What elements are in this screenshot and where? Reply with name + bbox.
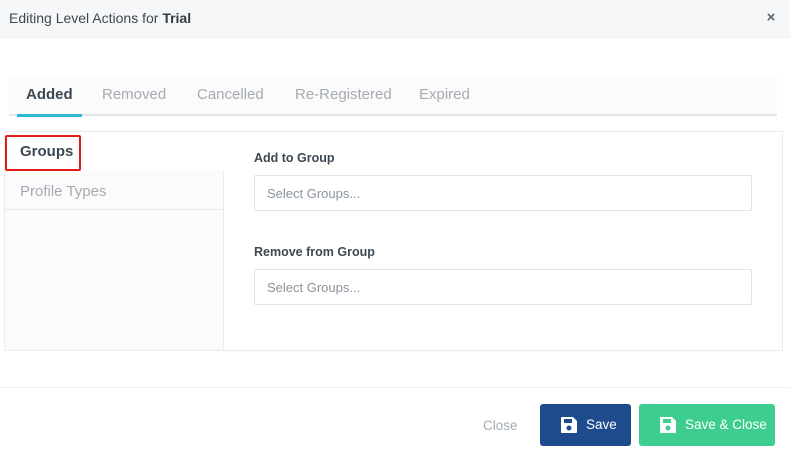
side-nav: Groups Profile Types	[5, 132, 224, 350]
tab-removed[interactable]: Removed	[102, 86, 166, 116]
side-item-profile-types[interactable]: Profile Types	[5, 172, 224, 210]
remove-from-group-select[interactable]: Select Groups...	[254, 269, 752, 305]
tab-re-registered[interactable]: Re-Registered	[295, 86, 392, 116]
close-button[interactable]: Close	[483, 418, 518, 433]
remove-from-group-label: Remove from Group	[254, 245, 375, 259]
floppy-disk-icon	[660, 417, 676, 433]
modal-header: Editing Level Actions for Trial ×	[0, 0, 790, 38]
save-button-label: Save	[586, 417, 617, 432]
modal-title-prefix: Editing Level Actions for	[9, 10, 163, 26]
save-and-close-button[interactable]: Save & Close	[639, 404, 775, 446]
modal-title: Editing Level Actions for Trial	[9, 10, 191, 26]
tab-added[interactable]: Added	[17, 86, 82, 117]
tab-expired[interactable]: Expired	[419, 86, 470, 116]
save-and-close-button-label: Save & Close	[685, 417, 767, 432]
side-item-groups[interactable]: Groups	[5, 132, 224, 171]
remove-from-group-placeholder: Select Groups...	[267, 280, 361, 295]
close-icon[interactable]: ×	[763, 9, 779, 27]
save-button[interactable]: Save	[540, 404, 631, 446]
side-item-groups-label: Groups	[20, 143, 74, 160]
floppy-disk-icon	[561, 417, 577, 433]
modal-title-level: Trial	[162, 10, 192, 26]
add-to-group-label: Add to Group	[254, 151, 335, 165]
add-to-group-placeholder: Select Groups...	[267, 186, 361, 201]
side-item-profile-types-label: Profile Types	[20, 183, 107, 200]
add-to-group-select[interactable]: Select Groups...	[254, 175, 752, 211]
tab-cancelled[interactable]: Cancelled	[197, 86, 264, 116]
footer-divider	[0, 387, 790, 388]
actions-panel: Groups Profile Types Add to Group Select…	[4, 131, 783, 351]
tabs-bar: Added Removed Cancelled Re-Registered Ex…	[9, 76, 777, 117]
